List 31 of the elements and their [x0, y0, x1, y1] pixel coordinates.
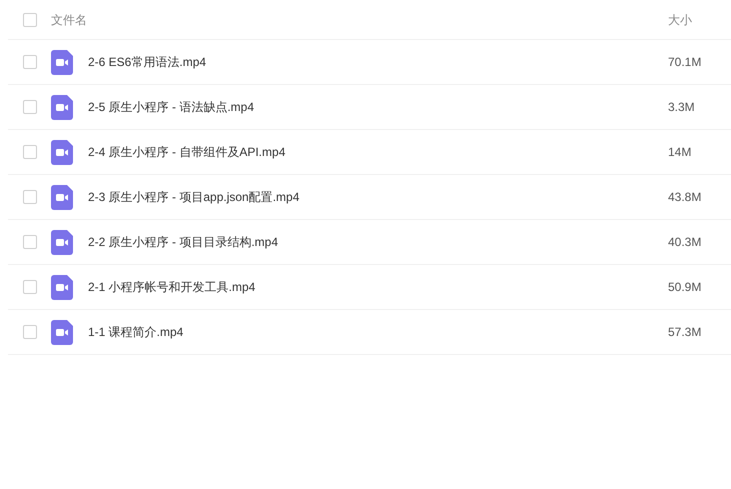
- file-name[interactable]: 1-1 课程简介.mp4: [88, 323, 668, 341]
- checkbox[interactable]: [23, 12, 37, 26]
- video-file-icon: [51, 320, 73, 344]
- checkbox[interactable]: [23, 145, 37, 159]
- file-size: 70.1M: [668, 54, 702, 71]
- column-header: 文件名: [51, 12, 88, 28]
- file-name[interactable]: 2-4 原生小程序 - 自带组件及API.mp4: [88, 143, 668, 161]
- file-name[interactable]: 2-1 小程序帐号和开发工具.mp4: [88, 278, 668, 296]
- video-file-icon: [51, 230, 73, 254]
- file-name[interactable]: 2-3 原生小程序 - 项目app.json配置.mp4: [88, 188, 668, 206]
- file-name[interactable]: 2-6 ES6常用语法.mp4: [88, 53, 668, 71]
- checkbox[interactable]: [23, 100, 37, 114]
- video-file-icon: [51, 94, 73, 120]
- video-file-icon: [51, 50, 73, 74]
- file-size: 50.9M: [668, 279, 702, 296]
- checkbox[interactable]: [23, 325, 37, 339]
- checkbox[interactable]: [23, 235, 37, 249]
- file-size: 14M: [668, 144, 692, 161]
- checkbox[interactable]: [23, 190, 37, 204]
- video-file-icon: [51, 274, 73, 300]
- checkbox[interactable]: [23, 280, 37, 294]
- checkbox[interactable]: [23, 55, 37, 69]
- file-size: 3.3M: [668, 99, 696, 116]
- video-file-icon: [51, 140, 73, 164]
- file-name[interactable]: 2-2 原生小程序 - 项目目录结构.mp4: [88, 233, 668, 251]
- file-size: 40.3M: [668, 234, 702, 251]
- file-size: 43.8M: [668, 189, 702, 206]
- file-size: 57.3M: [668, 324, 702, 341]
- video-file-icon: [51, 184, 73, 210]
- file-name[interactable]: 2-5 原生小程序 - 语法缺点.mp4: [88, 98, 668, 116]
- column-header: 大小: [668, 12, 693, 28]
